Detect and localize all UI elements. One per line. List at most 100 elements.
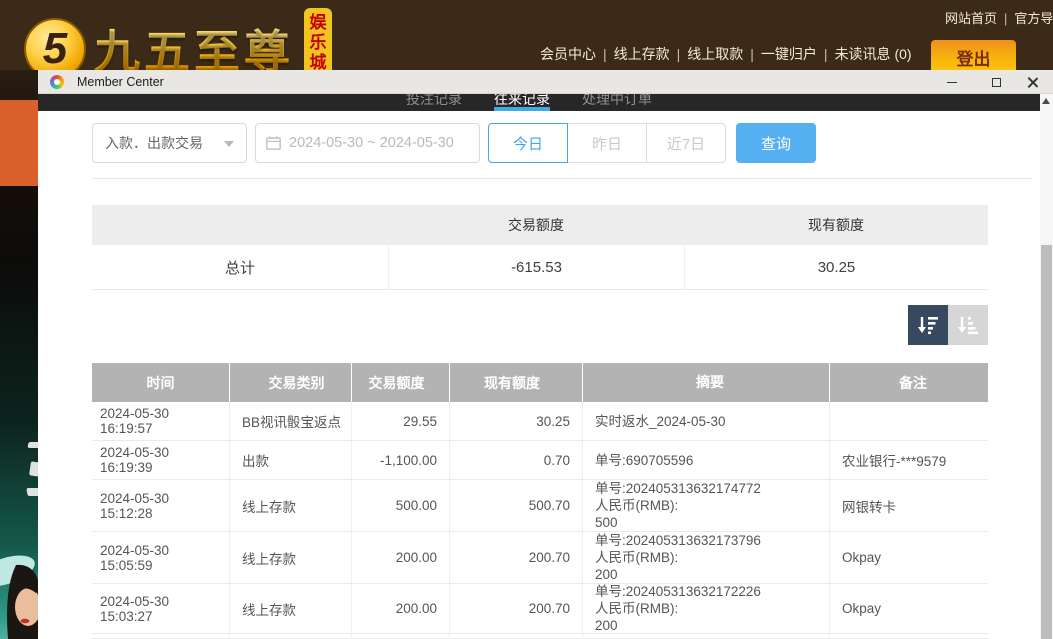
minimize-button[interactable] [937,70,967,94]
cell-remark: 网银转卡 [830,480,988,531]
cell-summary: 单号:690705596 [583,441,830,479]
date-range-input[interactable]: 2024-05-30 ~ 2024-05-30 [255,123,480,163]
summary-total-label: 总计 [92,245,388,289]
cell-amount: -1,100.00 [352,441,450,479]
window-title: Member Center [77,75,164,89]
summary-header-balance: 现有额度 [684,205,988,245]
screen: 5 九五至尊 娱 乐 城 网站首页|官方导航 会员中心|线上存款|线上取款|一键… [0,0,1053,639]
minimize-icon [947,82,957,83]
window-controls [937,70,1047,94]
col-header-balance: 现有额度 [450,363,583,402]
table-row: 2024-05-30 16:19:39 出款 -1,100.00 0.70 单号… [92,441,988,480]
scroll-up-arrow-icon[interactable] [1042,98,1050,104]
summary-header-row: 交易额度 现有额度 [92,205,988,245]
cell-time: 2024-05-30 15:03:27 [92,584,230,633]
date-range-value: 2024-05-30 ~ 2024-05-30 [289,135,454,151]
scrollbar-thumb[interactable] [1041,245,1052,639]
col-header-amount: 交易额度 [352,363,450,402]
badge-char: 乐 [310,33,327,53]
cell-balance: 200.70 [450,532,583,583]
badge-char: 娱 [310,13,327,33]
transaction-type-select[interactable]: 入款．出款交易 [92,123,247,163]
cell-balance: 200.70 [450,584,583,633]
maximize-button[interactable] [981,70,1011,94]
cell-amount: 500.00 [352,480,450,531]
cell-type: BB视讯骰宝返点 [230,402,352,440]
filter-row: 入款．出款交易 2024-05-30 ~ 2024-05-30 今日 昨日 近 [92,123,816,163]
cell-summary: 单号:202405313632172226 人民币(RMB): 200 [583,584,830,633]
window-scrollbar[interactable] [1040,94,1053,639]
col-header-type: 交易类别 [230,363,352,402]
background-page-strip [0,70,40,639]
user-nav-deposit[interactable]: 线上存款 [614,46,670,62]
cell-time: 2024-05-30 15:05:59 [92,532,230,583]
tab-betting-records[interactable]: 投注记录 [406,94,462,110]
top-nav-item[interactable]: 官方导航 [1014,11,1053,26]
summary-table: 交易额度 现有额度 总计 -615.53 30.25 [92,205,988,290]
table-row: 2024-05-30 15:05:59 线上存款 200.00 200.70 单… [92,532,988,584]
cell-type: 线上存款 [230,584,352,633]
quick-date-buttons: 今日 昨日 近7日 [488,123,726,163]
chevron-down-icon [224,141,234,147]
close-button[interactable] [1017,70,1047,94]
col-header-remark: 备注 [830,363,988,402]
tab-processing-orders[interactable]: 处理中订单 [582,94,652,110]
search-button[interactable]: 查询 [736,123,816,163]
user-nav-one-key[interactable]: 一键归户 [761,46,817,62]
cell-amount: 200.00 [352,584,450,633]
cell-remark: Okpay [830,584,988,633]
cell-balance: 500.70 [450,480,583,531]
last7days-button[interactable]: 近7日 [646,123,726,163]
user-nav: 会员中心|线上存款|线上取款|一键归户|未读讯息 (0) [540,44,912,64]
divider [92,178,1032,179]
top-nav-item[interactable]: 网站首页 [945,11,997,26]
cell-type: 出款 [230,441,352,479]
yesterday-button[interactable]: 昨日 [567,123,647,163]
cell-time: 2024-05-30 15:12:28 [92,480,230,531]
cell-type: 线上存款 [230,532,352,583]
calendar-icon [266,136,281,150]
table-row: 2024-05-30 15:03:27 线上存款 200.00 200.70 单… [92,584,988,634]
cell-type: 线上存款 [230,480,352,531]
table-row-partial [92,634,988,639]
records-table: 时间 交易类别 交易额度 现有额度 摘要 备注 2024-05-30 16:19… [92,363,988,639]
cell-balance: 0.70 [450,441,583,479]
cell-amount: 200.00 [352,532,450,583]
cell-summary: 实时返水_2024-05-30 [583,402,830,440]
summary-total-row: 总计 -615.53 30.25 [92,245,988,290]
promo-model-image [0,537,40,639]
member-center-window: Member Center 投注记录 往来记录 处理中订单 入款． [38,70,1053,639]
sort-buttons [908,305,988,345]
window-content: 入款．出款交易 2024-05-30 ~ 2024-05-30 今日 昨日 近 [38,111,1040,639]
cell-remark [830,402,988,440]
table-row: 2024-05-30 15:12:28 线上存款 500.00 500.70 单… [92,480,988,532]
cell-time: 2024-05-30 16:19:57 [92,402,230,440]
records-header-row: 时间 交易类别 交易额度 现有额度 摘要 备注 [92,363,988,402]
top-nav: 网站首页|官方导航 [945,8,1053,27]
site-header: 5 九五至尊 娱 乐 城 网站首页|官方导航 会员中心|线上存款|线上取款|一键… [0,0,1053,70]
user-nav-messages[interactable]: 未读讯息 (0) [835,46,912,62]
summary-total-amount: -615.53 [388,245,684,289]
cell-remark: 农业银行-***9579 [830,441,988,479]
window-title-bar[interactable]: Member Center [38,70,1053,94]
app-color-wheel-icon [50,75,64,89]
user-nav-withdraw[interactable]: 线上取款 [687,46,743,62]
sort-ascending-button[interactable] [948,305,988,345]
cell-time: 2024-05-30 16:19:39 [92,441,230,479]
cell-balance: 30.25 [450,402,583,440]
sort-descending-button[interactable] [908,305,948,345]
logout-button[interactable]: 登出 [931,40,1016,74]
cell-remark: Okpay [830,532,988,583]
close-icon [1027,77,1038,88]
col-header-time: 时间 [92,363,230,402]
user-nav-member-center[interactable]: 会员中心 [540,46,596,62]
today-button[interactable]: 今日 [488,123,568,163]
cell-summary: 单号:202405313632174772 人民币(RMB): 500 [583,480,830,531]
cell-amount: 29.55 [352,402,450,440]
summary-total-balance: 30.25 [684,245,988,289]
col-header-summary: 摘要 [583,363,830,402]
table-row: 2024-05-30 16:19:57 BB视讯骰宝返点 29.55 30.25… [92,402,988,441]
promo-banner-fragment [0,100,38,186]
sort-amount-asc-icon [957,315,979,335]
cell-summary: 单号:202405313632173796 人民币(RMB): 200 [583,532,830,583]
